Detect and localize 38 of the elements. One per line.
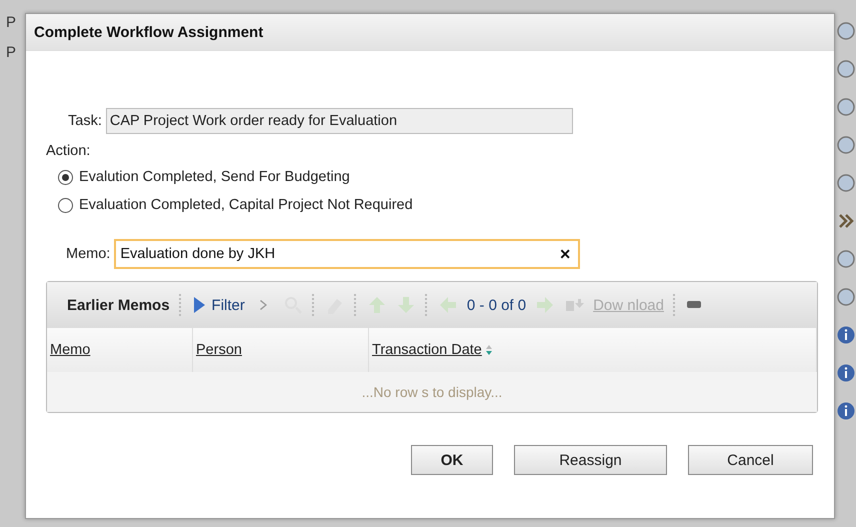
info-icon [836,402,854,420]
radio-icon[interactable] [58,198,73,212]
pager-text: 0 - 0 of 0 [466,296,526,314]
info-icon [836,326,854,344]
left-arrow-icon[interactable] [438,295,458,315]
circle-icon [836,98,854,116]
circle-icon [836,288,854,306]
dialog-button[interactable]: OK [411,445,493,475]
background-label: P [5,14,18,32]
circle-icon [836,22,854,40]
empty-message: ...No row s to display... [362,384,502,400]
memo-label: Memo: [66,246,110,262]
radio-icon[interactable] [58,170,73,184]
circle-icon [836,136,854,154]
circle-icon [836,250,854,268]
radio-option[interactable]: Evalution Completed, Send For Budgeting [58,169,350,185]
sort-icon[interactable] [484,344,493,356]
filter-button[interactable]: Filter [192,295,245,315]
task-label: Task: [68,113,102,129]
dialog-title: Complete Workflow Assignment [34,24,264,40]
dialog-button[interactable]: Reassign [514,445,667,475]
play-icon[interactable] [192,295,206,315]
circle-icon [836,174,854,192]
minimize-icon[interactable] [686,300,702,310]
grid-title: Earlier Memos [67,296,170,314]
radio-option[interactable]: Evaluation Completed, Capital Project Not Required [58,197,413,213]
down-arrow-icon[interactable] [396,295,416,315]
background-label: P [5,44,18,62]
clear-button[interactable]: × [552,244,578,264]
dialog-button[interactable]: Cancel [688,445,813,475]
memo-field[interactable]: Evaluation done by JKH × [114,239,580,269]
double-chevron-icon [836,212,854,230]
right-arrow-icon[interactable] [535,295,556,315]
circle-icon [836,60,854,78]
up-arrow-icon[interactable] [366,295,387,315]
info-icon [836,364,854,382]
action-label: Action: [46,143,90,159]
task-field: CAP Project Work order ready for Evaluation [106,108,573,134]
